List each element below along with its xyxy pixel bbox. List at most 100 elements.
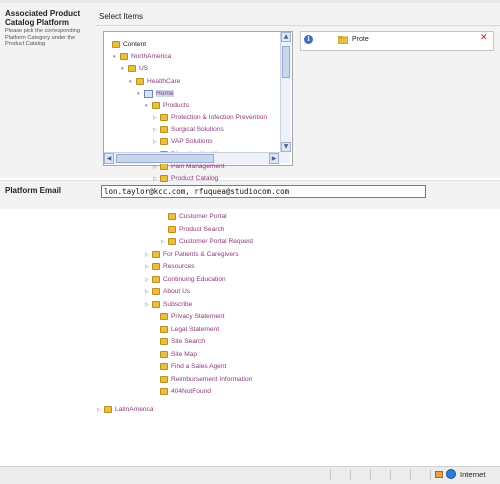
tree-item[interactable]: Find a Sales Agent (153, 362, 226, 372)
expand-arrow-icon[interactable]: ▷ (145, 287, 152, 297)
tree-vertical-scrollbar[interactable]: ▲ ▼ (280, 32, 291, 152)
tree-item[interactable]: ▷ Continuing Education (145, 275, 226, 285)
tree-item[interactable]: ▾ Home (137, 89, 174, 99)
tree-item[interactable]: Reimbursement Information (153, 375, 252, 385)
scroll-left-button[interactable]: ◀ (104, 153, 114, 164)
folder-icon (152, 276, 160, 283)
tree-item[interactable]: ▾ HealthCare (129, 77, 180, 87)
tree-item-label: Product Catalog (171, 175, 219, 182)
folder-icon (152, 251, 160, 258)
tree-item-label: Content (123, 41, 147, 48)
tree-item[interactable]: ▷ Product Catalog (153, 174, 218, 184)
scroll-up-button[interactable]: ▲ (281, 32, 291, 42)
folder-icon (160, 388, 168, 395)
tree-horizontal-scrollbar[interactable]: ◀ ▶ (104, 152, 280, 164)
close-x-icon[interactable]: ✕ (480, 34, 488, 43)
status-divider (430, 469, 431, 480)
folder-icon (160, 313, 168, 320)
tree-item[interactable]: ▾ NorthAmerica (113, 52, 171, 62)
tree-item[interactable]: ▷ LatinAmerica (97, 405, 153, 415)
tree-item[interactable]: ▷ Customer Portal Request (161, 237, 253, 247)
tree-item-label: Customer Portal (179, 213, 227, 220)
folder-icon (152, 301, 160, 308)
tree-item-label: Products (163, 102, 190, 109)
header-divider (96, 25, 500, 26)
expand-arrow-icon[interactable]: ▷ (145, 250, 152, 260)
expand-arrow-icon[interactable]: ▷ (161, 237, 168, 247)
expand-arrow-icon[interactable]: ▷ (153, 113, 160, 123)
tree-item-label: Site Search (171, 338, 206, 345)
tree-item[interactable]: ▷ Surgical Solutions (153, 125, 224, 135)
folder-icon (152, 102, 160, 109)
security-zone-label: Internet (460, 470, 486, 479)
collapse-arrow-icon[interactable]: ▾ (121, 64, 128, 74)
scroll-down-button[interactable]: ▼ (281, 142, 291, 152)
folder-icon (112, 41, 120, 48)
folder-icon (168, 213, 176, 220)
folder-icon (160, 163, 168, 170)
tree-item[interactable]: ▷ For Patients & Caregivers (145, 250, 239, 260)
status-divider (370, 469, 371, 480)
tree-item[interactable]: Product Search (161, 225, 224, 235)
home-page-icon (144, 90, 153, 98)
tree-item[interactable]: ▷ Protection & Infection Prevention (153, 113, 267, 123)
expand-arrow-icon[interactable]: ▷ (145, 275, 152, 285)
tree-item[interactable]: 404NotFound (153, 387, 211, 397)
tree-item-label: For Patients & Caregivers (163, 251, 239, 258)
folder-icon (168, 238, 176, 245)
collapse-arrow-icon[interactable]: ▾ (113, 52, 120, 62)
tree-item-label: Home (156, 90, 174, 97)
folder-icon (136, 78, 144, 85)
tree-item-label: Pain Management (171, 163, 225, 170)
tree-item[interactable]: ▷ Subscribe (145, 300, 192, 310)
folder-icon (152, 288, 160, 295)
tree-item-label: VAP Solutions (171, 138, 213, 145)
tree-item-label: Legal Statement (171, 326, 220, 333)
selected-items-panel (300, 31, 494, 51)
select-items-header: Select Items (99, 12, 144, 21)
status-divider (350, 469, 351, 480)
expand-arrow-icon[interactable]: ▷ (145, 300, 152, 310)
expand-arrow-icon[interactable]: ▷ (153, 174, 160, 184)
tree-item[interactable]: Privacy Statement (153, 312, 225, 322)
tree-item-label: Protection & Infection Prevention (171, 114, 268, 121)
folder-icon (160, 326, 168, 333)
expand-arrow-icon[interactable]: ▷ (145, 262, 152, 272)
tree-item-label: Reimbursement Information (171, 376, 253, 383)
catalog-platform-title: Associated Product Catalog Platform (5, 9, 81, 27)
expand-arrow-icon[interactable]: ▷ (97, 405, 104, 415)
collapse-arrow-icon[interactable]: ▾ (129, 77, 136, 87)
globe-icon (446, 469, 456, 479)
status-divider (410, 469, 411, 480)
tree-item[interactable]: ▷ VAP Solutions (153, 137, 213, 147)
folder-icon (160, 175, 168, 182)
platform-email-input[interactable]: lon.taylor@kcc.com, rfuquea@studiocom.co… (101, 185, 426, 198)
expand-arrow-icon[interactable]: ▷ (153, 137, 160, 147)
tree-item[interactable]: Site Search (153, 337, 205, 347)
scroll-right-button[interactable]: ▶ (269, 153, 279, 164)
tree-item[interactable]: Customer Portal (161, 212, 227, 222)
tree-item[interactable]: ▾ Products (145, 101, 189, 111)
folder-icon (160, 376, 168, 383)
tree-item[interactable]: Legal Statement (153, 325, 219, 335)
tree-item-label: NorthAmerica (131, 53, 172, 60)
padlock-icon (435, 471, 443, 478)
tree-item[interactable]: ▷ About Us (145, 287, 190, 297)
tree-item-label: US (139, 65, 149, 72)
status-divider (330, 469, 331, 480)
collapse-arrow-icon[interactable]: ▾ (145, 101, 152, 111)
folder-icon (160, 351, 168, 358)
info-icon[interactable]: i (304, 35, 313, 44)
tree-item-label: Continuing Education (163, 276, 226, 283)
scroll-thumb-vertical[interactable] (282, 46, 290, 78)
folder-icon (160, 338, 168, 345)
scroll-thumb-horizontal[interactable] (116, 154, 214, 163)
folder-icon (128, 65, 136, 72)
tree-item[interactable]: ▾ US (121, 64, 148, 74)
expand-arrow-icon[interactable]: ▷ (153, 125, 160, 135)
scrollbar-corner (280, 152, 290, 163)
collapse-arrow-icon[interactable]: ▾ (137, 89, 144, 99)
tree-item[interactable]: Content (105, 40, 146, 50)
tree-item[interactable]: ▷ Resources (145, 262, 195, 272)
tree-item[interactable]: Site Map (153, 350, 197, 360)
